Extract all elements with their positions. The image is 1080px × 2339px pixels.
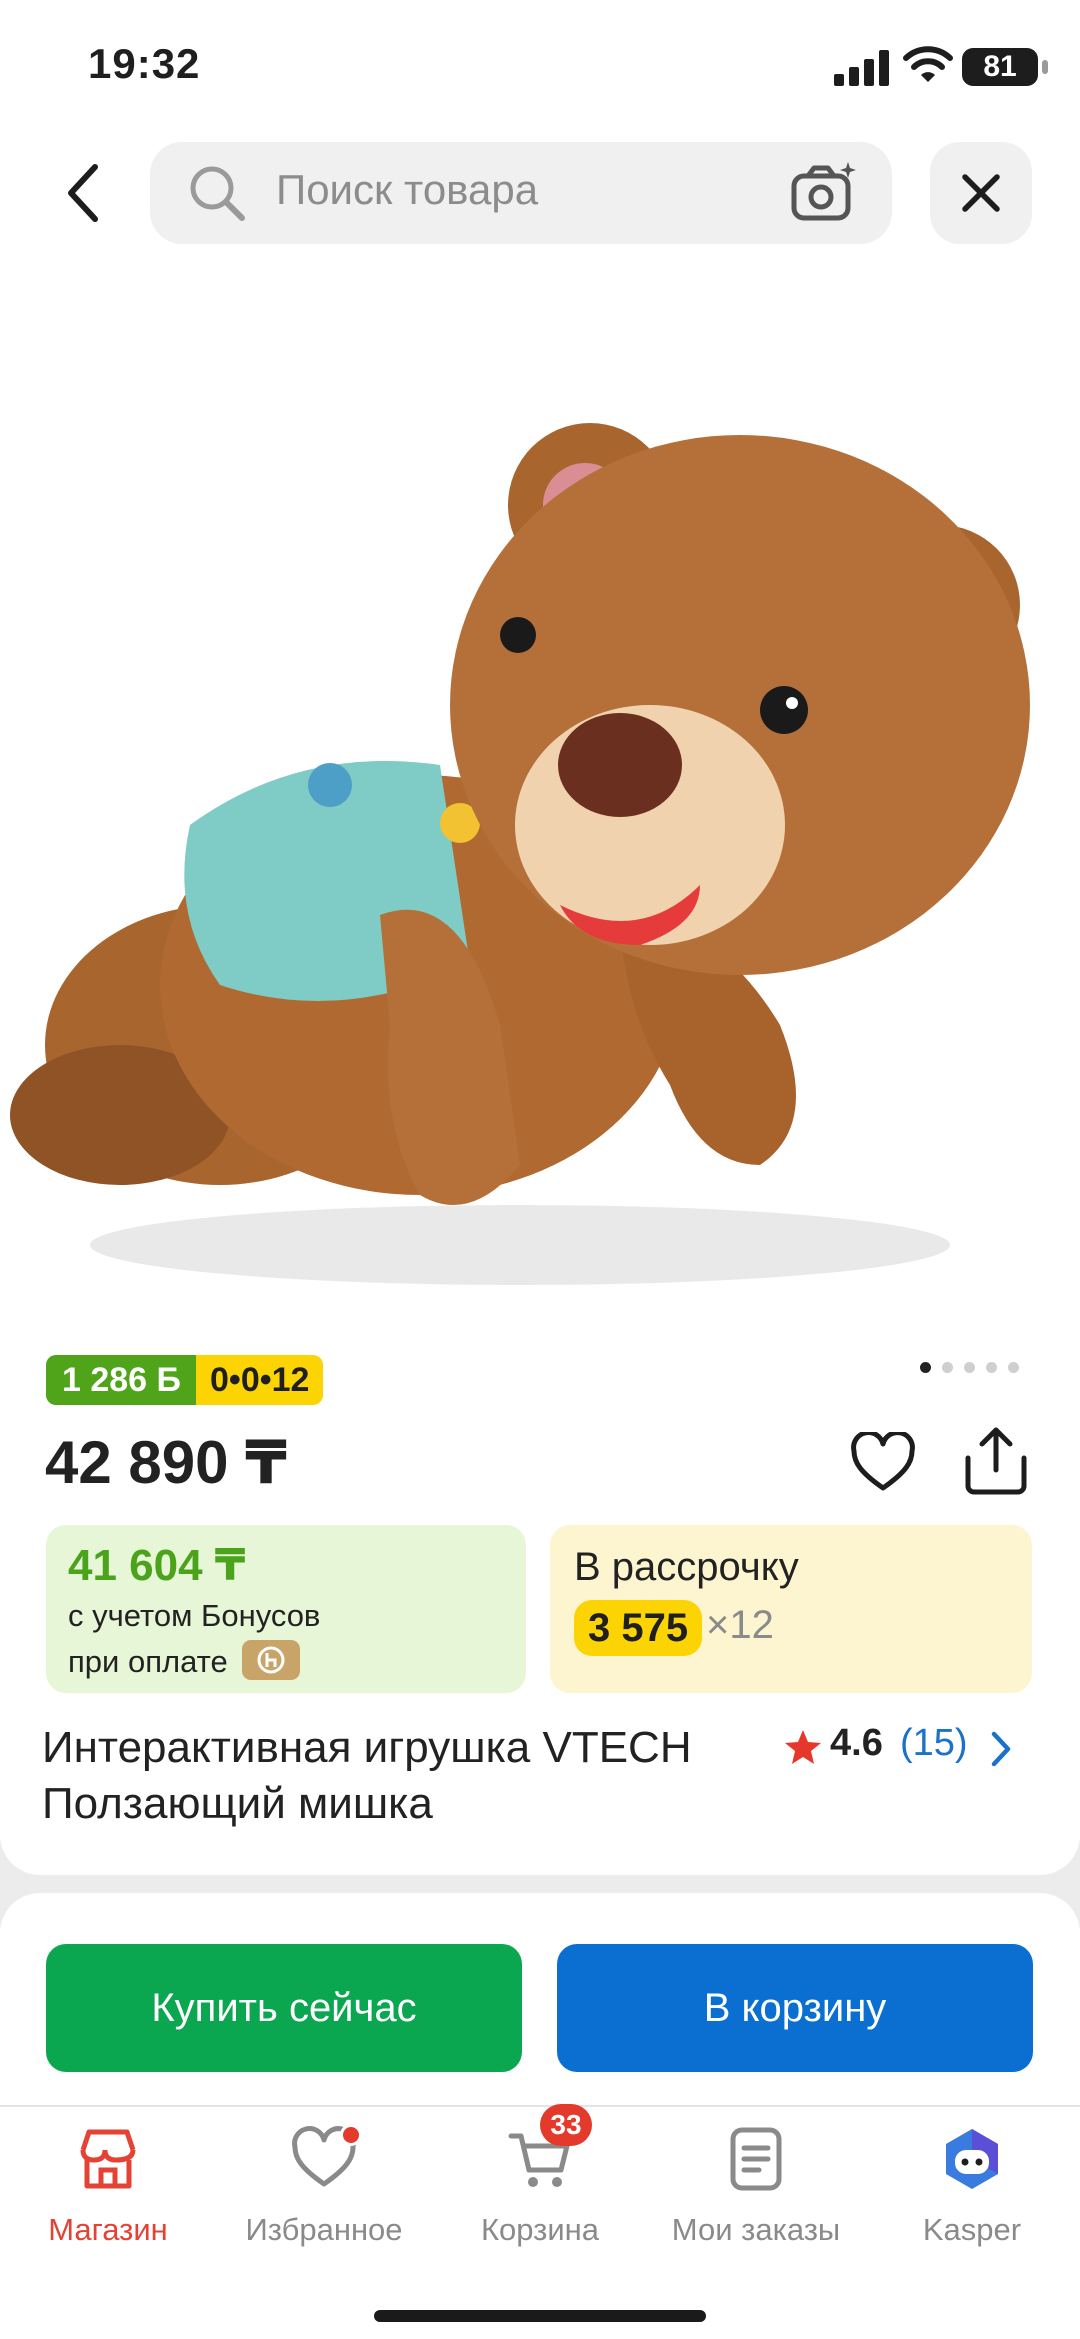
- buy-now-button[interactable]: Купить сейчас: [46, 1944, 522, 2072]
- product-image[interactable]: [0, 265, 1080, 1325]
- favorite-heart-icon[interactable]: [850, 1432, 916, 1494]
- installment-title: В рассрочку: [574, 1545, 799, 1589]
- tab-kasper[interactable]: Kasper: [864, 2120, 1080, 2250]
- signal-icon: [834, 50, 889, 86]
- home-indicator: [374, 2310, 706, 2322]
- rating-value: 4.6: [830, 1722, 883, 1764]
- tab-label: Kasper: [922, 2212, 1022, 2247]
- installment-amount: 3 575: [574, 1600, 703, 1656]
- chevron-left-icon: [68, 164, 98, 222]
- search-icon: [190, 166, 245, 221]
- bonus-badge: 1 286 Б: [46, 1355, 197, 1405]
- tab-label: Избранное: [245, 2212, 403, 2247]
- pager-dot[interactable]: [1008, 1362, 1019, 1373]
- battery-icon: 81: [962, 48, 1052, 86]
- pager-dot[interactable]: [964, 1362, 975, 1373]
- bonus-price: 41 604 ₸: [68, 1541, 246, 1590]
- search-placeholder: Поиск товара: [276, 166, 539, 213]
- bonus-payment-note: при оплате: [68, 1644, 228, 1679]
- tab-shop[interactable]: Магазин: [0, 2120, 216, 2250]
- close-button[interactable]: [930, 142, 1032, 244]
- back-button[interactable]: [50, 148, 116, 238]
- battery-level: 81: [962, 48, 1038, 86]
- image-pager[interactable]: [920, 1362, 1019, 1373]
- tab-cart[interactable]: Корзина: [432, 2120, 648, 2250]
- tab-label: Мои заказы: [671, 2212, 841, 2247]
- pay-method-icon: [242, 1640, 300, 1680]
- installment-badge: 0•0•12: [196, 1355, 324, 1405]
- installment-months: ×12: [706, 1603, 774, 1647]
- close-icon: [962, 174, 1000, 212]
- bonus-note: с учетом Бонусов: [68, 1598, 321, 1633]
- status-time: 19:32: [88, 40, 201, 87]
- reviews-count-link[interactable]: (15): [900, 1722, 968, 1765]
- pager-dot[interactable]: [942, 1362, 953, 1373]
- shop-icon: [80, 2129, 136, 2189]
- product-title: Интерактивная игрушка VTECH Ползающий ми…: [42, 1723, 692, 1828]
- camera-search-icon[interactable]: [790, 160, 860, 226]
- wifi-icon: [903, 46, 953, 82]
- star-icon: [785, 1730, 821, 1764]
- share-icon[interactable]: [962, 1424, 1030, 1496]
- kasper-icon: [946, 2129, 998, 2189]
- tab-label: Магазин: [48, 2212, 168, 2247]
- tab-favorites[interactable]: Избранное: [216, 2120, 432, 2250]
- pager-dot[interactable]: [920, 1362, 931, 1373]
- product-price: 42 890 ₸: [45, 1429, 287, 1496]
- favorites-notification-dot: [340, 2124, 362, 2146]
- cart-count-badge: 33: [540, 2104, 592, 2146]
- tab-orders[interactable]: Мои заказы: [648, 2120, 864, 2250]
- orders-icon: [730, 2127, 782, 2191]
- add-to-cart-button[interactable]: В корзину: [557, 1944, 1033, 2072]
- tab-label: Корзина: [480, 2212, 600, 2247]
- pager-dot[interactable]: [986, 1362, 997, 1373]
- chevron-right-icon[interactable]: [988, 1730, 1014, 1768]
